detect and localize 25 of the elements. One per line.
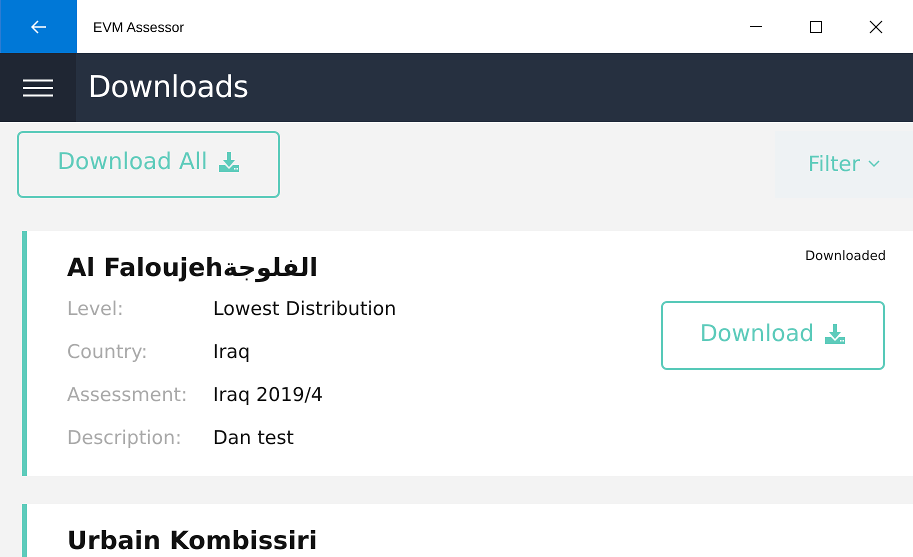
field-label: Level: [67, 297, 125, 322]
status-label: Downloaded [805, 249, 886, 264]
download-icon [218, 150, 240, 172]
download-icon [824, 322, 846, 344]
chevron-down-icon [868, 160, 880, 168]
page-title: Downloads [88, 70, 248, 105]
download-all-button[interactable]: Download All [17, 131, 280, 198]
field-value: Lowest Distribution [213, 297, 396, 322]
menu-icon [23, 78, 53, 96]
field-label: Description: [67, 426, 183, 451]
back-arrow-icon [31, 20, 47, 34]
download-button[interactable]: Download [661, 301, 885, 370]
field-value: Iraq 2019/4 [213, 383, 324, 408]
card-title: Al Faloujehالفلوجة [67, 253, 319, 282]
field-value: Iraq [213, 340, 250, 365]
minimize-icon [750, 26, 762, 27]
field-label: Country: [67, 340, 148, 365]
field-label: Assessment: [67, 383, 188, 408]
field-value: Dan test [213, 426, 294, 451]
menu-button[interactable] [0, 53, 76, 122]
close-icon [868, 18, 884, 34]
window-title: EVM Assessor [93, 18, 186, 34]
card-title: Urbain Kombissiri [67, 526, 318, 555]
maximize-icon [808, 18, 824, 34]
filter-dropdown[interactable]: Filter [775, 131, 913, 198]
